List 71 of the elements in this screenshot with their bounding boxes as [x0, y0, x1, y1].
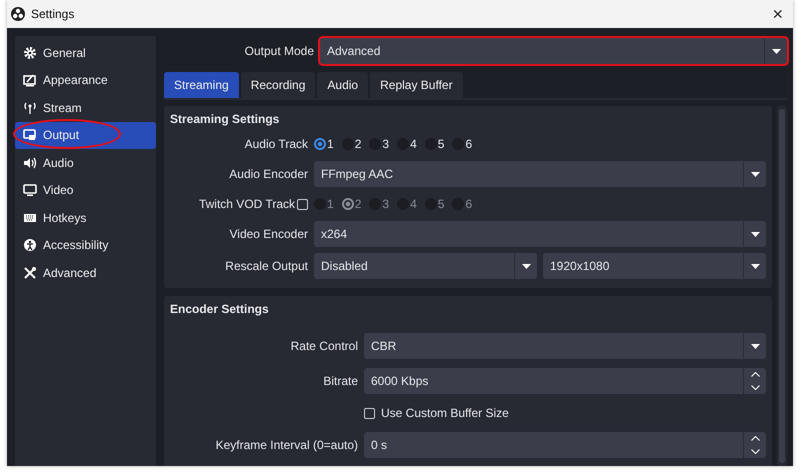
sidebar-item[interactable]: Advanced	[15, 259, 156, 286]
radio-label: 1	[327, 137, 334, 151]
sidebar-icon	[23, 100, 37, 115]
field-label: Bitrate	[322, 374, 358, 388]
dropdown-value: x264	[321, 227, 348, 241]
spin-field[interactable]: 0 s	[364, 432, 766, 458]
sidebar-icon	[23, 156, 37, 170]
tab[interactable]: Replay Buffer	[370, 72, 463, 98]
up-icon[interactable]	[750, 372, 760, 377]
field-value: 0 s	[371, 438, 388, 452]
field-value: 6000 Kbps	[371, 374, 428, 388]
tab[interactable]: Audio	[317, 72, 368, 98]
sidebar-item[interactable]: Hotkeys	[15, 204, 156, 232]
dropdown[interactable]: FFmpeg AAC	[314, 161, 766, 187]
radio-label: 1	[327, 197, 334, 211]
radio-label: 4	[410, 197, 417, 211]
up-icon[interactable]	[750, 436, 760, 441]
dropdown[interactable]: x264	[314, 221, 766, 247]
radio-label: 4	[410, 137, 417, 151]
radio-label: 3	[382, 137, 390, 151]
close-button[interactable]: ×	[768, 5, 787, 23]
field-label: Audio Track	[244, 137, 308, 151]
sidebar-icon	[23, 46, 37, 60]
dropdown-value: FFmpeg AAC	[321, 167, 394, 181]
field-label: Keyframe Interval (0=auto)	[214, 438, 358, 452]
field-label: Rate Control	[290, 339, 358, 353]
dropdown-value: CBR	[371, 339, 396, 353]
radio-label: 2	[354, 197, 362, 211]
field-label: Video Encoder	[228, 227, 308, 241]
spin-field[interactable]: 6000 Kbps	[364, 368, 766, 394]
dropdown-value: Disabled	[321, 259, 368, 273]
down-icon[interactable]	[750, 449, 760, 454]
sidebar-item[interactable]: Accessibility	[15, 232, 156, 259]
section-title: Encoder Settings	[170, 302, 270, 316]
dropdown[interactable]: Disabled	[314, 253, 537, 279]
sidebar-icon	[23, 266, 37, 280]
dropdown[interactable]: Advanced	[320, 38, 787, 64]
field-label: Output Mode	[244, 44, 314, 58]
dropdown[interactable]: CBR	[364, 333, 766, 359]
sidebar-item[interactable]: Output	[15, 122, 156, 149]
tab[interactable]: Recording	[240, 72, 316, 98]
field-label: Twitch VOD Track	[198, 197, 295, 211]
sidebar-icon	[23, 73, 37, 88]
tab[interactable]: Streaming	[164, 72, 239, 98]
checkbox-label: Use Custom Buffer Size	[381, 406, 509, 420]
dropdown-value: Advanced	[327, 44, 380, 58]
radio-label: 3	[382, 197, 390, 211]
sidebar-icon	[23, 128, 37, 142]
radio-button[interactable]	[314, 138, 326, 150]
down-icon[interactable]	[750, 385, 760, 390]
radio-label: 6	[465, 137, 472, 151]
sidebar-item[interactable]: General	[15, 39, 156, 66]
radio-label: 5	[438, 137, 444, 151]
scrollbar[interactable]	[777, 106, 787, 466]
sidebar-icon	[23, 238, 37, 252]
radio-label: 6	[465, 197, 472, 211]
sidebar-item[interactable]: Stream	[15, 94, 156, 122]
sidebar-item[interactable]: Audio	[15, 149, 156, 176]
sidebar-icon	[23, 183, 37, 198]
dropdown[interactable]: 1920x1080	[543, 253, 766, 279]
field-label: Rescale Output	[224, 259, 308, 273]
sidebar-item[interactable]: Video	[15, 176, 156, 204]
radio-label: 2	[354, 137, 362, 151]
field-label: Audio Encoder	[228, 167, 308, 181]
radio-label: 5	[438, 197, 444, 211]
checkbox[interactable]	[364, 408, 375, 418]
section-title: Streaming Settings	[170, 112, 280, 126]
app-logo-icon	[11, 7, 25, 21]
sidebar-item[interactable]: Appearance	[15, 66, 156, 94]
dropdown-value: 1920x1080	[550, 259, 610, 273]
window-title: Settings	[31, 7, 76, 21]
